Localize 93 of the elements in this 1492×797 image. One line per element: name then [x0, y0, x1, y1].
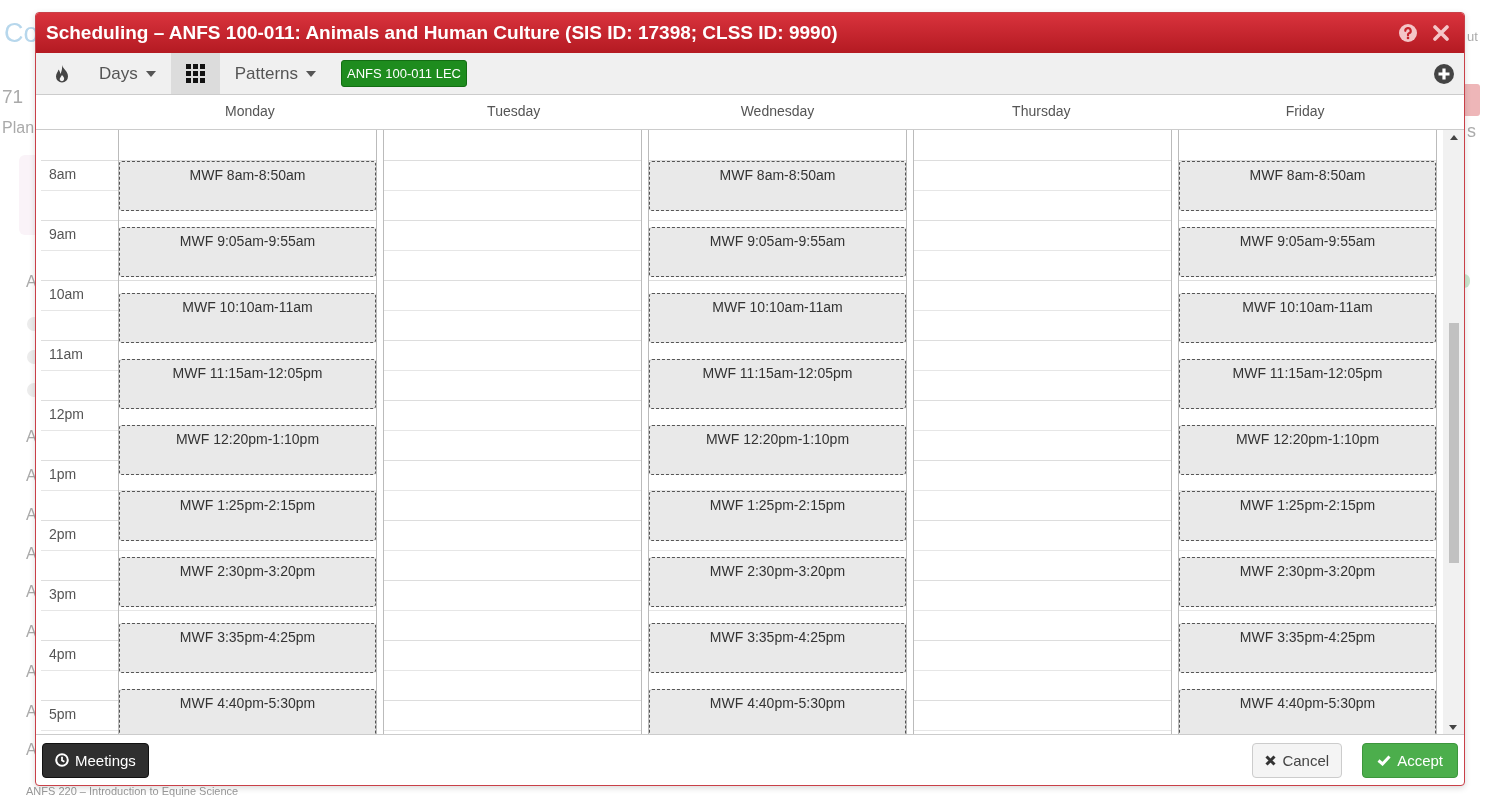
time-slot-block[interactable]: MWF 11:15am-12:05pm — [649, 359, 906, 409]
time-slot-label: MWF 4:40pm-5:30pm — [1239, 695, 1376, 711]
time-slot-label: MWF 2:30pm-3:20pm — [709, 563, 846, 579]
time-slot-block[interactable]: MWF 1:25pm-2:15pm — [1179, 491, 1436, 541]
time-slot-block[interactable]: MWF 1:25pm-2:15pm — [649, 491, 906, 541]
time-slot-block[interactable]: MWF 9:05am-9:55am — [1179, 227, 1436, 277]
time-slot-block[interactable]: MWF 8am-8:50am — [119, 161, 376, 211]
time-slot-label: MWF 8am-8:50am — [1249, 167, 1366, 183]
time-slot-block[interactable]: MWF 10:10am-11am — [649, 293, 906, 343]
time-slot-label: MWF 10:10am-11am — [712, 299, 843, 315]
time-slot-block[interactable]: MWF 10:10am-11am — [119, 293, 376, 343]
time-slot-label: MWF 12:20pm-1:10pm — [705, 431, 850, 447]
time-label: 3pm — [49, 586, 77, 602]
time-slot-label: MWF 1:25pm-2:15pm — [179, 497, 316, 513]
time-slot-label: MWF 4:40pm-5:30pm — [709, 695, 846, 711]
column-header: Wednesday — [739, 102, 816, 121]
time-slot-block[interactable]: MWF 11:15am-12:05pm — [119, 359, 376, 409]
time-slot-block[interactable]: MWF 8am-8:50am — [649, 161, 906, 211]
time-slot-block[interactable]: MWF 4:40pm-5:30pm — [649, 689, 906, 734]
page-text: Plan — [2, 119, 35, 137]
time-label: 11am — [49, 346, 83, 362]
time-slot-block[interactable]: MWF 12:20pm-1:10pm — [649, 425, 906, 475]
flame-icon — [55, 64, 69, 83]
time-slot-block[interactable]: MWF 4:40pm-5:30pm — [119, 689, 376, 734]
page-text: ut — [1467, 29, 1478, 44]
dropdown-button[interactable]: Days — [84, 53, 171, 94]
time-slot-label: MWF 8am-8:50am — [719, 167, 836, 183]
column-header: Friday — [1284, 102, 1326, 121]
time-slot-label: MWF 10:10am-11am — [1242, 299, 1373, 315]
column-header: Monday — [224, 102, 276, 121]
time-slot-block[interactable]: MWF 3:35pm-4:25pm — [119, 623, 376, 673]
time-slot-block[interactable]: MWF 3:35pm-4:25pm — [1179, 623, 1436, 673]
section-tag[interactable]: ANFS 100-011 LEC — [341, 60, 467, 87]
time-slot-block[interactable]: MWF 1:25pm-2:15pm — [119, 491, 376, 541]
time-slot-label: MWF 12:20pm-1:10pm — [1235, 431, 1380, 447]
scroll-up-icon — [1449, 135, 1458, 140]
time-slot-block[interactable]: MWF 10:10am-11am — [1179, 293, 1436, 343]
time-label: 9am — [49, 226, 77, 242]
time-slot-label: MWF 4:40pm-5:30pm — [179, 695, 316, 711]
time-slot-label: MWF 11:15am-12:05pm — [172, 365, 323, 381]
column-header: Tuesday — [486, 102, 542, 121]
time-slot-label: MWF 11:15am-12:05pm — [702, 365, 853, 381]
time-label: 8am — [49, 166, 77, 182]
time-slot-label: MWF 2:30pm-3:20pm — [179, 563, 316, 579]
time-slot-label: MWF 3:35pm-4:25pm — [179, 629, 316, 645]
time-label: 10am — [49, 286, 85, 302]
time-slot-block[interactable]: MWF 11:15am-12:05pm — [1179, 359, 1436, 409]
time-label: 1pm — [49, 466, 77, 482]
help-icon — [1399, 24, 1417, 42]
dropdown-button[interactable]: Patterns — [219, 53, 332, 94]
time-slot-block[interactable]: MWF 12:20pm-1:10pm — [119, 425, 376, 475]
time-slot-block[interactable]: MWF 9:05am-9:55am — [119, 227, 376, 277]
time-slot-block[interactable]: MWF 2:30pm-3:20pm — [119, 557, 376, 607]
grid-button[interactable] — [170, 53, 220, 94]
time-slot-block[interactable]: MWF 2:30pm-3:20pm — [649, 557, 906, 607]
caret-icon — [145, 70, 156, 77]
window-title: Scheduling – ANFS 100-011: Animals and Human Culture (SIS ID: 17398; CLSS ID: 9990) — [46, 22, 839, 44]
time-slot-label: MWF 9:05am-9:55am — [709, 233, 846, 249]
close-icon — [1265, 754, 1277, 766]
time-slot-block[interactable]: MWF 2:30pm-3:20pm — [1179, 557, 1436, 607]
time-slot-block[interactable]: MWF 4:40pm-5:30pm — [1179, 689, 1436, 734]
time-slot-label: MWF 10:10am-11am — [182, 299, 313, 315]
time-slot-label: MWF 11:15am-12:05pm — [1232, 365, 1383, 381]
time-label: 5pm — [49, 706, 77, 722]
time-label: 4pm — [49, 646, 77, 662]
page-text: s — [1467, 121, 1476, 142]
time-slot-label: MWF 9:05am-9:55am — [1239, 233, 1376, 249]
time-label: 2pm — [49, 526, 77, 542]
time-label: 12pm — [49, 406, 85, 422]
time-slot-block[interactable]: MWF 12:20pm-1:10pm — [1179, 425, 1436, 475]
column-header: Thursday — [1011, 102, 1072, 121]
plus-icon — [1434, 63, 1454, 84]
caret-icon — [306, 70, 317, 77]
time-slot-block[interactable]: MWF 9:05am-9:55am — [649, 227, 906, 277]
time-slot-label: MWF 3:35pm-4:25pm — [709, 629, 846, 645]
time-slot-label: MWF 2:30pm-3:20pm — [1239, 563, 1376, 579]
time-slot-label: MWF 12:20pm-1:10pm — [175, 431, 320, 447]
clock-icon — [55, 753, 69, 767]
time-slot-label: MWF 9:05am-9:55am — [179, 233, 316, 249]
time-slot-label: MWF 8am-8:50am — [189, 167, 306, 183]
list-item: ANFS 220 – Introduction to Equine Science — [26, 785, 239, 797]
meetings-button[interactable]: Meetings — [42, 742, 149, 778]
cancel-button[interactable]: Cancel — [1252, 742, 1343, 778]
grid-icon — [185, 64, 205, 83]
time-slot-label: MWF 3:35pm-4:25pm — [1239, 629, 1376, 645]
time-slot-label: MWF 1:25pm-2:15pm — [1239, 497, 1376, 513]
page-text: 71 — [2, 86, 24, 108]
scroll-down-icon — [1449, 725, 1457, 730]
time-slot-block[interactable]: MWF 8am-8:50am — [1179, 161, 1436, 211]
check-icon — [1377, 754, 1392, 766]
time-slot-block[interactable]: MWF 3:35pm-4:25pm — [649, 623, 906, 673]
time-slot-label: MWF 1:25pm-2:15pm — [709, 497, 846, 513]
close-icon — [1433, 25, 1449, 41]
